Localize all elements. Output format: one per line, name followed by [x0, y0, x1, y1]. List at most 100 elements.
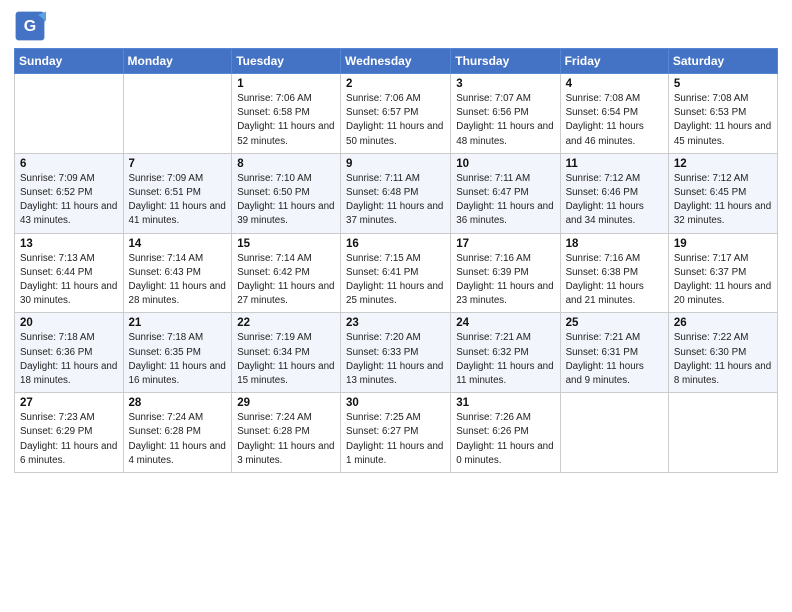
day-number: 19 [674, 238, 772, 250]
day-detail: Sunrise: 7:21 AMSunset: 6:31 PMDaylight:… [566, 331, 663, 388]
calendar-cell: 22 Sunrise: 7:19 AMSunset: 6:34 PMDayligh… [232, 313, 341, 393]
day-number: 11 [566, 158, 663, 170]
day-number: 29 [237, 397, 335, 409]
day-detail: Sunrise: 7:17 AMSunset: 6:37 PMDaylight:… [674, 252, 772, 309]
calendar-cell: 4 Sunrise: 7:08 AMSunset: 6:54 PMDaylight… [560, 74, 668, 154]
day-detail: Sunrise: 7:10 AMSunset: 6:50 PMDaylight:… [237, 172, 335, 229]
day-detail: Sunrise: 7:15 AMSunset: 6:41 PMDaylight:… [346, 252, 445, 309]
day-detail: Sunrise: 7:16 AMSunset: 6:39 PMDaylight:… [456, 252, 554, 309]
calendar-header-friday: Friday [560, 49, 668, 74]
calendar-week-5: 27 Sunrise: 7:23 AMSunset: 6:29 PMDayligh… [15, 393, 778, 473]
day-number: 28 [129, 397, 227, 409]
calendar: SundayMondayTuesdayWednesdayThursdayFrid… [14, 48, 778, 473]
calendar-cell: 29 Sunrise: 7:24 AMSunset: 6:28 PMDayligh… [232, 393, 341, 473]
calendar-body: 1Sunrise: 7:06 AMSunset: 6:58 PMDaylight… [15, 74, 778, 473]
calendar-cell [560, 393, 668, 473]
day-detail: Sunrise: 7:19 AMSunset: 6:34 PMDaylight:… [237, 331, 335, 388]
day-detail: Sunrise: 7:11 AMSunset: 6:47 PMDaylight:… [456, 172, 554, 229]
day-number: 26 [674, 317, 772, 329]
calendar-cell: 8 Sunrise: 7:10 AMSunset: 6:50 PMDaylight… [232, 153, 341, 233]
calendar-header-tuesday: Tuesday [232, 49, 341, 74]
day-number: 27 [20, 397, 118, 409]
day-number: 1 [237, 78, 335, 90]
day-detail: Sunrise: 7:24 AMSunset: 6:28 PMDaylight:… [237, 411, 335, 468]
calendar-cell: 19 Sunrise: 7:17 AMSunset: 6:37 PMDayligh… [668, 233, 777, 313]
calendar-header-monday: Monday [123, 49, 232, 74]
calendar-cell: 2Sunrise: 7:06 AMSunset: 6:57 PMDaylight… [341, 74, 451, 154]
calendar-cell: 10 Sunrise: 7:11 AMSunset: 6:47 PMDayligh… [451, 153, 560, 233]
calendar-header-saturday: Saturday [668, 49, 777, 74]
day-number: 23 [346, 317, 445, 329]
day-detail: Sunrise: 7:07 AMSunset: 6:56 PMDaylight:… [456, 92, 554, 149]
day-number: 4 [566, 78, 663, 90]
day-detail: Sunrise: 7:12 AMSunset: 6:46 PMDaylight:… [566, 172, 663, 229]
calendar-header-thursday: Thursday [451, 49, 560, 74]
calendar-cell [15, 74, 124, 154]
calendar-week-3: 13 Sunrise: 7:13 AMSunset: 6:44 PMDayligh… [15, 233, 778, 313]
day-number: 16 [346, 238, 445, 250]
calendar-cell: 20Sunrise: 7:18 AMSunset: 6:36 PMDayligh… [15, 313, 124, 393]
day-detail: Sunrise: 7:11 AMSunset: 6:48 PMDaylight:… [346, 172, 445, 229]
page: G SundayMondayTuesdayWednesdayThursdayFr… [0, 0, 792, 612]
day-detail: Sunrise: 7:23 AMSunset: 6:29 PMDaylight:… [20, 411, 118, 468]
header: G [14, 10, 778, 42]
day-number: 21 [129, 317, 227, 329]
day-detail: Sunrise: 7:26 AMSunset: 6:26 PMDaylight:… [456, 411, 554, 468]
day-number: 3 [456, 78, 554, 90]
calendar-cell: 13 Sunrise: 7:13 AMSunset: 6:44 PMDayligh… [15, 233, 124, 313]
calendar-cell: 14 Sunrise: 7:14 AMSunset: 6:43 PMDayligh… [123, 233, 232, 313]
day-detail: Sunrise: 7:18 AMSunset: 6:35 PMDaylight:… [129, 331, 227, 388]
day-number: 22 [237, 317, 335, 329]
calendar-cell: 11 Sunrise: 7:12 AMSunset: 6:46 PMDayligh… [560, 153, 668, 233]
day-number: 7 [129, 158, 227, 170]
calendar-cell: 9Sunrise: 7:11 AMSunset: 6:48 PMDaylight… [341, 153, 451, 233]
day-number: 6 [20, 158, 118, 170]
day-detail: Sunrise: 7:22 AMSunset: 6:30 PMDaylight:… [674, 331, 772, 388]
day-detail: Sunrise: 7:09 AMSunset: 6:51 PMDaylight:… [129, 172, 227, 229]
day-detail: Sunrise: 7:25 AMSunset: 6:27 PMDaylight:… [346, 411, 445, 468]
day-number: 8 [237, 158, 335, 170]
calendar-cell: 7 Sunrise: 7:09 AMSunset: 6:51 PMDaylight… [123, 153, 232, 233]
day-detail: Sunrise: 7:16 AMSunset: 6:38 PMDaylight:… [566, 252, 663, 309]
day-number: 18 [566, 238, 663, 250]
calendar-cell: 3 Sunrise: 7:07 AMSunset: 6:56 PMDaylight… [451, 74, 560, 154]
day-detail: Sunrise: 7:20 AMSunset: 6:33 PMDaylight:… [346, 331, 445, 388]
day-number: 24 [456, 317, 554, 329]
day-number: 2 [346, 78, 445, 90]
calendar-cell: 1Sunrise: 7:06 AMSunset: 6:58 PMDaylight… [232, 74, 341, 154]
calendar-week-1: 1Sunrise: 7:06 AMSunset: 6:58 PMDaylight… [15, 74, 778, 154]
day-number: 17 [456, 238, 554, 250]
calendar-cell [123, 74, 232, 154]
day-number: 10 [456, 158, 554, 170]
day-number: 25 [566, 317, 663, 329]
day-detail: Sunrise: 7:09 AMSunset: 6:52 PMDaylight:… [20, 172, 118, 229]
day-number: 12 [674, 158, 772, 170]
calendar-cell: 25 Sunrise: 7:21 AMSunset: 6:31 PMDayligh… [560, 313, 668, 393]
day-detail: Sunrise: 7:21 AMSunset: 6:32 PMDaylight:… [456, 331, 554, 388]
day-number: 5 [674, 78, 772, 90]
day-detail: Sunrise: 7:24 AMSunset: 6:28 PMDaylight:… [129, 411, 227, 468]
calendar-cell: 28 Sunrise: 7:24 AMSunset: 6:28 PMDayligh… [123, 393, 232, 473]
calendar-header-sunday: Sunday [15, 49, 124, 74]
calendar-cell: 30Sunrise: 7:25 AMSunset: 6:27 PMDayligh… [341, 393, 451, 473]
day-number: 14 [129, 238, 227, 250]
day-detail: Sunrise: 7:14 AMSunset: 6:43 PMDaylight:… [129, 252, 227, 309]
calendar-cell: 31 Sunrise: 7:26 AMSunset: 6:26 PMDayligh… [451, 393, 560, 473]
calendar-cell: 23 Sunrise: 7:20 AMSunset: 6:33 PMDayligh… [341, 313, 451, 393]
calendar-header-wednesday: Wednesday [341, 49, 451, 74]
calendar-week-2: 6 Sunrise: 7:09 AMSunset: 6:52 PMDaylight… [15, 153, 778, 233]
logo-icon: G [14, 10, 46, 42]
day-detail: Sunrise: 7:13 AMSunset: 6:44 PMDaylight:… [20, 252, 118, 309]
svg-text:G: G [24, 18, 36, 35]
day-detail: Sunrise: 7:08 AMSunset: 6:53 PMDaylight:… [674, 92, 772, 149]
day-number: 31 [456, 397, 554, 409]
calendar-cell: 27 Sunrise: 7:23 AMSunset: 6:29 PMDayligh… [15, 393, 124, 473]
day-detail: Sunrise: 7:08 AMSunset: 6:54 PMDaylight:… [566, 92, 663, 149]
day-detail: Sunrise: 7:18 AMSunset: 6:36 PMDaylight:… [20, 331, 118, 388]
day-detail: Sunrise: 7:12 AMSunset: 6:45 PMDaylight:… [674, 172, 772, 229]
day-number: 13 [20, 238, 118, 250]
calendar-cell: 21 Sunrise: 7:18 AMSunset: 6:35 PMDayligh… [123, 313, 232, 393]
day-detail: Sunrise: 7:14 AMSunset: 6:42 PMDaylight:… [237, 252, 335, 309]
logo: G [14, 10, 48, 42]
calendar-cell: 12 Sunrise: 7:12 AMSunset: 6:45 PMDayligh… [668, 153, 777, 233]
